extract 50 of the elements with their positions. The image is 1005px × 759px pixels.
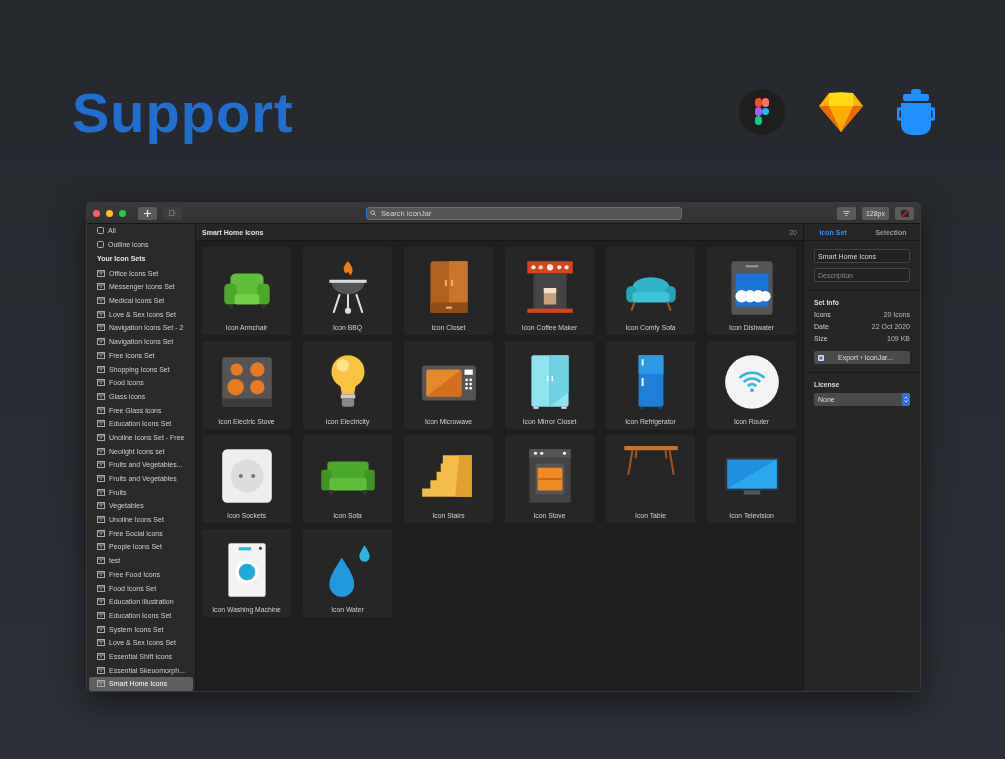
archive-box-icon [97, 420, 105, 428]
no-color-icon [900, 209, 909, 217]
archive-box-icon [97, 392, 105, 400]
archive-box-icon [97, 529, 105, 537]
archive-box-icon [97, 611, 105, 619]
archive-box-icon [97, 297, 105, 305]
archive-box-icon [97, 516, 105, 524]
archive-box-icon [97, 269, 105, 277]
archive-box-icon [97, 502, 105, 510]
square-icon [97, 241, 104, 249]
archive-box-icon [97, 652, 105, 660]
archive-box-icon [97, 338, 105, 346]
archive-box-icon [97, 461, 105, 469]
archive-box-icon [97, 488, 105, 496]
archive-box-icon [97, 584, 105, 592]
minimize-icon[interactable] [106, 209, 113, 217]
close-icon[interactable] [93, 209, 100, 217]
sketch-logo-icon [819, 92, 863, 132]
export-icon [169, 210, 176, 216]
archive-box-icon [97, 324, 105, 332]
archive-box-icon [97, 283, 105, 291]
archive-box-icon [97, 475, 105, 483]
archive-box-icon [97, 406, 105, 414]
archive-box-icon [97, 557, 105, 565]
archive-box-icon [97, 379, 105, 387]
archive-box-icon [97, 447, 105, 455]
app-icon [818, 354, 824, 361]
jar-logo-icon [897, 89, 935, 135]
plus-icon [144, 209, 151, 217]
archive-box-icon [97, 433, 105, 441]
archive-box-icon [97, 543, 105, 551]
color-button[interactable] [895, 206, 914, 220]
figma-logo-icon [739, 89, 785, 135]
archive-box-icon [97, 570, 105, 578]
archive-box-icon [97, 310, 105, 318]
add-button[interactable] [138, 206, 157, 220]
archive-box-icon [97, 666, 105, 674]
archive-box-icon [97, 639, 105, 647]
stepper-icon [902, 393, 910, 406]
archive-box-icon [97, 625, 105, 633]
search-icon [370, 210, 377, 216]
page-heading: Support [72, 79, 294, 145]
filter-button[interactable] [836, 206, 856, 220]
archive-box-icon [97, 680, 105, 688]
filter-icon [842, 210, 850, 216]
archive-box-icon [97, 351, 105, 359]
square-icon [97, 227, 104, 235]
archive-box-icon [97, 598, 105, 606]
zoom-icon[interactable] [119, 209, 126, 217]
archive-box-icon [97, 365, 105, 373]
